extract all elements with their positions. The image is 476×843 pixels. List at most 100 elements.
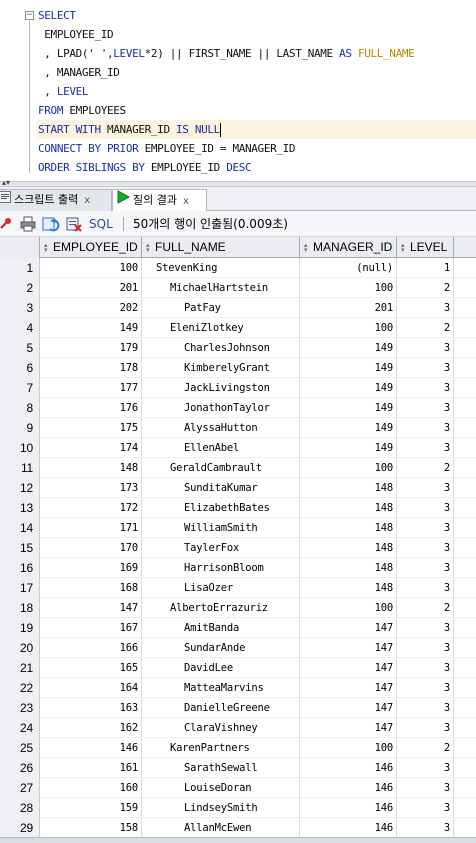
row-number[interactable]: 26 <box>0 758 40 778</box>
sort-icon[interactable]: ▴ ▾ <box>304 242 311 254</box>
cell-level[interactable]: 3 <box>397 658 454 678</box>
cell-manager-id[interactable]: 149 <box>300 398 397 418</box>
cell-full-name[interactable]: KarenPartners <box>142 738 300 758</box>
cell-full-name[interactable]: DanielleGreene <box>142 698 300 718</box>
collapse-icon[interactable]: − <box>25 11 34 20</box>
cell-manager-id[interactable]: 148 <box>300 478 397 498</box>
table-row[interactable]: 18 147 AlbertoErrazuriz 100 2 <box>0 598 476 618</box>
table-row[interactable]: 4 149 EleniZlotkey 100 2 <box>0 318 476 338</box>
sql-editor[interactable]: − SELECT EMPLOYEE_ID , LPAD(' ',LEVEL*2)… <box>0 0 476 181</box>
cell-full-name[interactable]: JonathonTaylor <box>142 398 300 418</box>
cell-full-name[interactable]: HarrisonBloom <box>142 558 300 578</box>
table-row[interactable]: 1 100 StevenKing (null) 1 <box>0 258 476 278</box>
cell-level[interactable]: 1 <box>397 258 454 278</box>
cell-employee-id[interactable]: 146 <box>40 738 142 758</box>
cell-level[interactable]: 3 <box>397 578 454 598</box>
row-number[interactable]: 3 <box>0 298 40 318</box>
table-row[interactable]: 9 175 AlyssaHutton 149 3 <box>0 418 476 438</box>
cell-employee-id[interactable]: 160 <box>40 778 142 798</box>
horizontal-scrollbar[interactable] <box>0 837 476 843</box>
cell-employee-id[interactable]: 170 <box>40 538 142 558</box>
row-number[interactable]: 22 <box>0 678 40 698</box>
tab-script-output[interactable]: 스크립트 출력 x <box>0 189 112 211</box>
code-line[interactable]: , LPAD(' ',LEVEL*2) || FIRST_NAME || LAS… <box>38 44 414 63</box>
sort-icon[interactable]: ▴ ▾ <box>44 242 51 254</box>
cell-level[interactable]: 3 <box>397 718 454 738</box>
cell-level[interactable]: 3 <box>397 818 454 837</box>
cell-employee-id[interactable]: 172 <box>40 498 142 518</box>
row-number[interactable]: 14 <box>0 518 40 538</box>
cell-full-name[interactable]: LindseySmith <box>142 798 300 818</box>
tab-query-result[interactable]: 질의 결과 x <box>112 189 207 212</box>
cell-level[interactable]: 3 <box>397 758 454 778</box>
cell-manager-id[interactable]: 148 <box>300 578 397 598</box>
sql-button[interactable]: SQL <box>89 216 113 232</box>
cell-manager-id[interactable]: 146 <box>300 818 397 837</box>
table-row[interactable]: 2 201 MichaelHartstein 100 2 <box>0 278 476 298</box>
code-line[interactable]: , LEVEL <box>38 82 88 101</box>
table-row[interactable]: 7 177 JackLivingston 149 3 <box>0 378 476 398</box>
row-number[interactable]: 25 <box>0 738 40 758</box>
cell-full-name[interactable]: DavidLee <box>142 658 300 678</box>
cell-manager-id[interactable]: 146 <box>300 798 397 818</box>
cell-full-name[interactable]: MichaelHartstein <box>142 278 300 298</box>
cell-full-name[interactable]: TaylerFox <box>142 538 300 558</box>
cell-manager-id[interactable]: 201 <box>300 298 397 318</box>
row-number[interactable]: 2 <box>0 278 40 298</box>
cell-manager-id[interactable]: (null) <box>300 258 397 278</box>
cell-manager-id[interactable]: 100 <box>300 318 397 338</box>
table-row[interactable]: 22 164 MatteaMarvins 147 3 <box>0 678 476 698</box>
cell-manager-id[interactable]: 149 <box>300 338 397 358</box>
cell-level[interactable]: 2 <box>397 598 454 618</box>
cell-level[interactable]: 3 <box>397 778 454 798</box>
table-row[interactable]: 14 171 WilliamSmith 148 3 <box>0 518 476 538</box>
code-line[interactable]: FROM EMPLOYEES <box>38 101 126 120</box>
cell-level[interactable]: 3 <box>397 798 454 818</box>
cell-employee-id[interactable]: 100 <box>40 258 142 278</box>
cell-level[interactable]: 3 <box>397 498 454 518</box>
cell-full-name[interactable]: ClaraVishney <box>142 718 300 738</box>
table-row[interactable]: 24 162 ClaraVishney 147 3 <box>0 718 476 738</box>
cell-employee-id[interactable]: 169 <box>40 558 142 578</box>
cell-employee-id[interactable]: 166 <box>40 638 142 658</box>
table-row[interactable]: 10 174 EllenAbel 149 3 <box>0 438 476 458</box>
cell-full-name[interactable]: ElizabethBates <box>142 498 300 518</box>
cell-employee-id[interactable]: 174 <box>40 438 142 458</box>
cell-full-name[interactable]: EleniZlotkey <box>142 318 300 338</box>
table-row[interactable]: 28 159 LindseySmith 146 3 <box>0 798 476 818</box>
cell-full-name[interactable]: CharlesJohnson <box>142 338 300 358</box>
cell-employee-id[interactable]: 164 <box>40 678 142 698</box>
cell-level[interactable]: 3 <box>397 698 454 718</box>
cell-employee-id[interactable]: 158 <box>40 818 142 837</box>
cell-level[interactable]: 3 <box>397 538 454 558</box>
code-line[interactable]: SELECT <box>38 6 76 25</box>
row-number[interactable]: 28 <box>0 798 40 818</box>
column-header-manager-id[interactable]: ▴ ▾ MANAGER_ID <box>300 237 397 258</box>
cell-employee-id[interactable]: 173 <box>40 478 142 498</box>
cell-full-name[interactable]: AllanMcEwen <box>142 818 300 837</box>
table-row[interactable]: 3 202 PatFay 201 3 <box>0 298 476 318</box>
row-number[interactable]: 11 <box>0 458 40 478</box>
print-icon[interactable] <box>20 216 36 232</box>
table-row[interactable]: 8 176 JonathonTaylor 149 3 <box>0 398 476 418</box>
cell-employee-id[interactable]: 171 <box>40 518 142 538</box>
cell-employee-id[interactable]: 148 <box>40 458 142 478</box>
row-number[interactable]: 19 <box>0 618 40 638</box>
cell-full-name[interactable]: MatteaMarvins <box>142 678 300 698</box>
cell-level[interactable]: 3 <box>397 438 454 458</box>
table-row[interactable]: 25 146 KarenPartners 100 2 <box>0 738 476 758</box>
refresh-icon[interactable] <box>42 216 60 232</box>
column-header-employee-id[interactable]: ▴ ▾ EMPLOYEE_ID <box>40 237 142 258</box>
cell-manager-id[interactable]: 100 <box>300 458 397 478</box>
cell-employee-id[interactable]: 149 <box>40 318 142 338</box>
table-row[interactable]: 21 165 DavidLee 147 3 <box>0 658 476 678</box>
cell-level[interactable]: 2 <box>397 738 454 758</box>
cell-level[interactable]: 3 <box>397 298 454 318</box>
cell-level[interactable]: 3 <box>397 678 454 698</box>
row-number[interactable]: 9 <box>0 418 40 438</box>
cell-employee-id[interactable]: 177 <box>40 378 142 398</box>
row-number[interactable]: 16 <box>0 558 40 578</box>
cell-manager-id[interactable]: 147 <box>300 638 397 658</box>
cell-employee-id[interactable]: 162 <box>40 718 142 738</box>
cell-manager-id[interactable]: 149 <box>300 378 397 398</box>
